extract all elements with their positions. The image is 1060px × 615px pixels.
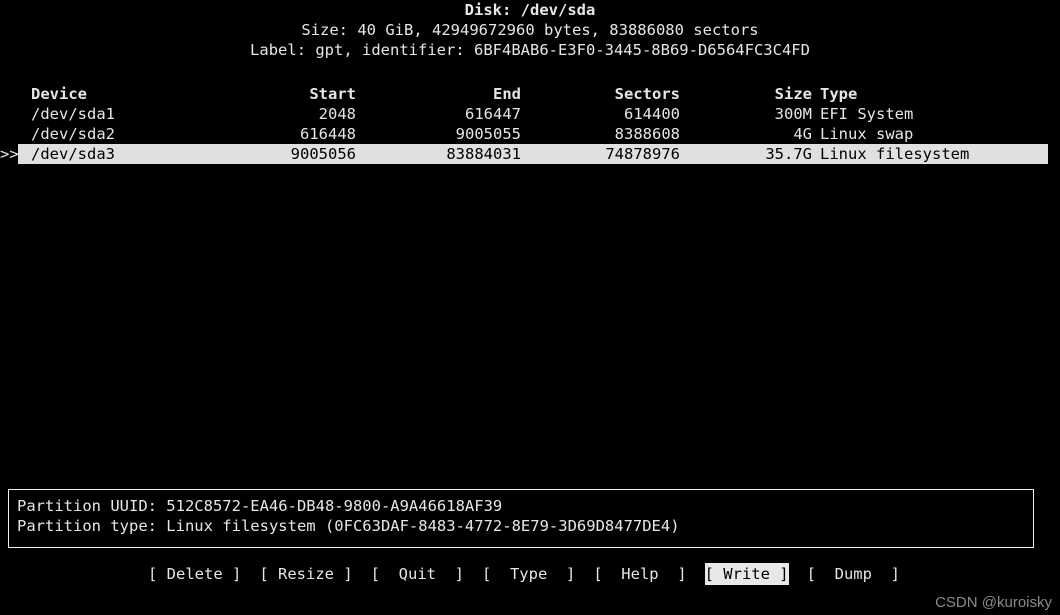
row-selection-marker: >> [0,145,19,163]
menu-item-write[interactable]: [ Write ] [704,563,789,585]
table-row-body[interactable]: /dev/sda1 2048 616447 614400 300M EFI Sy… [18,104,1048,124]
partition-type-line: Partition type: Linux filesystem (0FC63D… [17,517,680,535]
menu-item-quit[interactable]: [ Quit ] [371,563,464,585]
cell-type: Linux filesystem [820,145,970,163]
table-row-body[interactable]: /dev/sda2 616448 9005055 8388608 4G Linu… [18,124,1048,144]
disk-header: Disk: /dev/sda Size: 40 GiB, 42949672960… [0,0,1060,60]
table-header-row: Device Start End Sectors Size Type [0,84,1060,104]
partition-table: Device Start End Sectors Size Type /dev/… [0,84,1060,164]
menu-item-resize[interactable]: [ Resize ] [259,563,352,585]
menu-item-type[interactable]: [ Type ] [482,563,575,585]
column-header-type: Type [820,85,858,103]
table-row-body[interactable]: /dev/sda3 9005056 83884031 74878976 35.7… [18,144,1048,164]
menu-item-help[interactable]: [ Help ] [593,563,686,585]
table-header-row-body: Device Start End Sectors Size Type [18,84,1048,104]
command-menu-items: [ Delete ] [ Resize ] [ Quit ] [ Type ] … [148,563,918,585]
cell-size: 35.7G [765,145,812,163]
cell-size: 4G [793,125,812,143]
cell-type: Linux swap [820,125,914,143]
fdisk-terminal-screen: Disk: /dev/sda Size: 40 GiB, 42949672960… [0,0,1060,615]
column-header-size: Size [774,85,812,103]
partition-uuid-line: Partition UUID: 512C8572-EA46-DB48-9800-… [17,497,503,515]
table-row-selected[interactable]: >> /dev/sda3 9005056 83884031 74878976 3… [0,144,1060,164]
command-menu-bar: [ Delete ] [ Resize ] [ Quit ] [ Type ] … [0,563,1060,587]
disk-label-line: Label: gpt, identifier: 6BF4BAB6-E3F0-34… [250,41,810,59]
cell-type: EFI System [820,105,914,123]
table-row[interactable]: /dev/sda1 2048 616447 614400 300M EFI Sy… [0,104,1060,124]
disk-size-line: Size: 40 GiB, 42949672960 bytes, 8388608… [301,21,759,39]
menu-item-delete[interactable]: [ Delete ] [148,563,241,585]
cell-size: 300M [774,105,812,123]
menu-item-dump[interactable]: [ Dump ] [807,563,900,585]
watermark: CSDN @kuroisky [935,594,1052,611]
partition-info-box: Partition UUID: 512C8572-EA46-DB48-9800-… [8,489,1034,548]
table-row[interactable]: /dev/sda2 616448 9005055 8388608 4G Linu… [0,124,1060,144]
disk-name-line: Disk: /dev/sda [464,1,596,19]
